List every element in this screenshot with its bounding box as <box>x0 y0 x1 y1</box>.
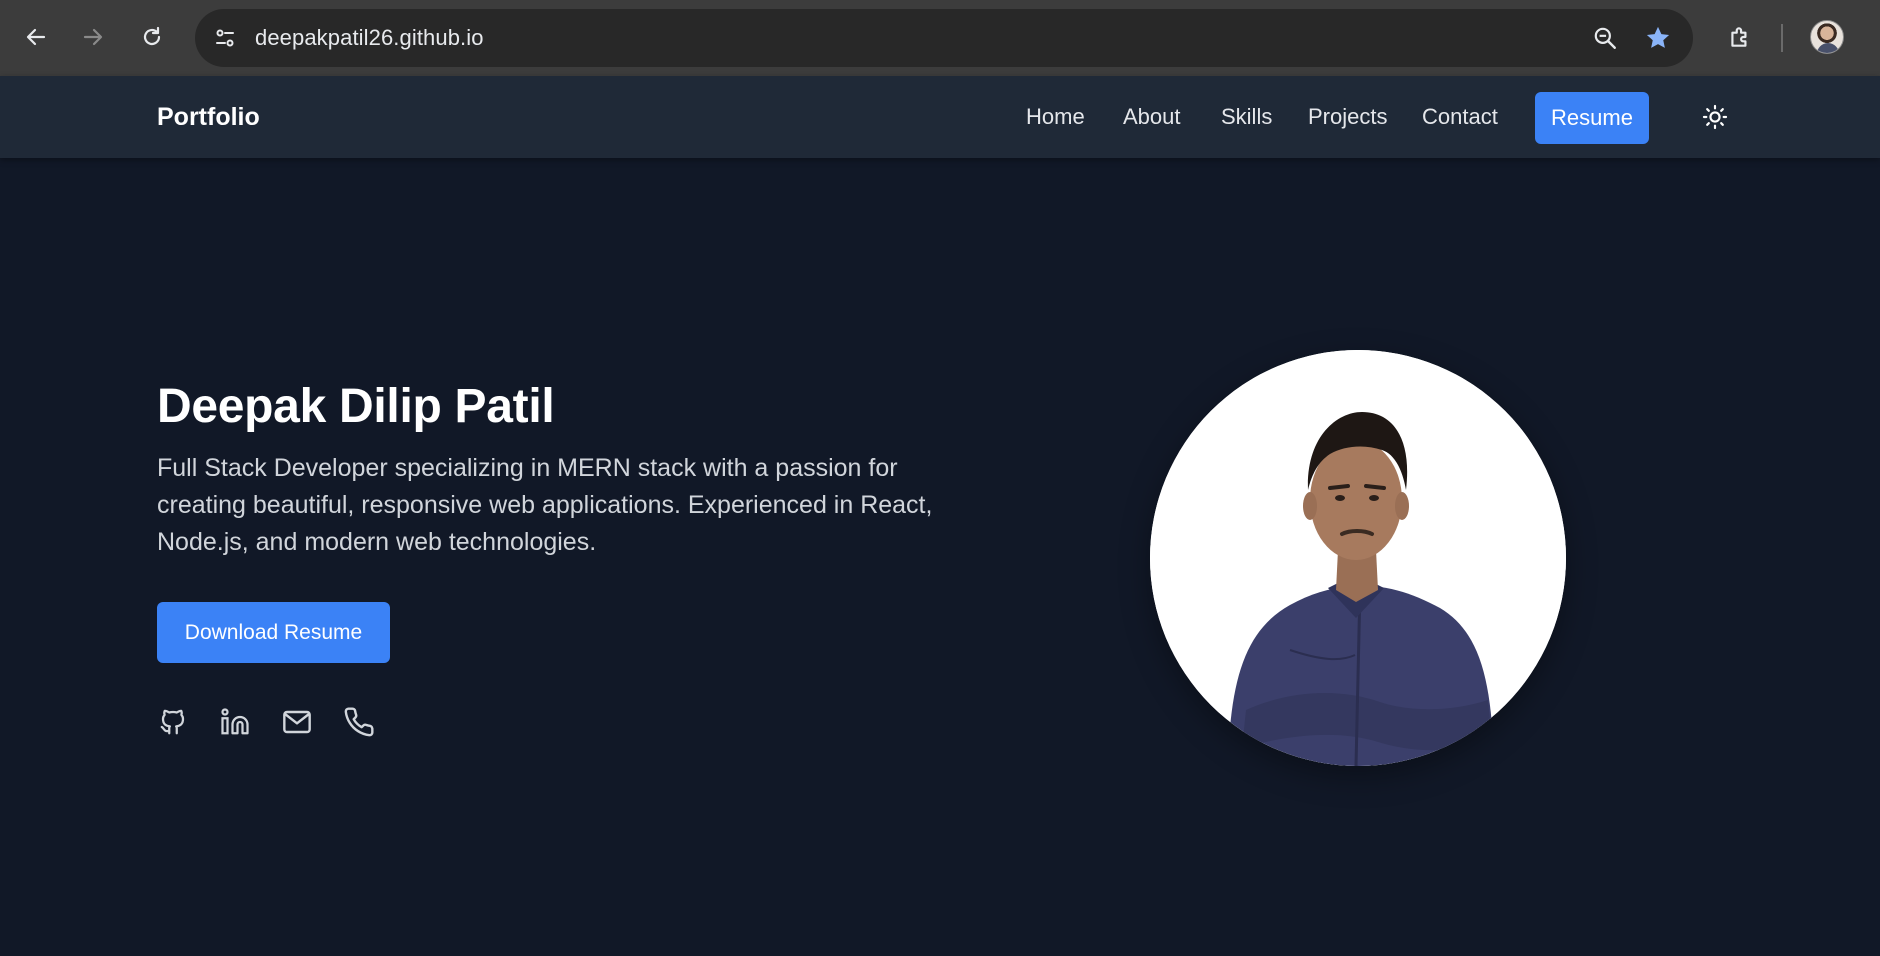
sun-icon <box>1702 104 1728 130</box>
nav-link-about[interactable]: About <box>1123 76 1181 158</box>
hero-description: Full Stack Developer specializing in MER… <box>157 454 933 556</box>
url-text[interactable]: deepakpatil26.github.io <box>255 9 484 67</box>
linkedin-icon <box>221 708 249 735</box>
download-resume-button[interactable]: Download Resume <box>157 602 390 663</box>
linkedin-link[interactable] <box>219 704 251 740</box>
back-arrow-icon <box>26 28 46 46</box>
brand-logo[interactable]: Portfolio <box>157 76 260 158</box>
back-button[interactable] <box>18 19 54 55</box>
mail-icon <box>283 710 311 734</box>
extensions-button[interactable] <box>1722 19 1758 55</box>
site-navbar: Portfolio Home About Skills Projects Con… <box>0 76 1880 158</box>
hero-name: Deepak Dilip Patil <box>157 380 555 433</box>
site-settings-icon <box>216 29 234 47</box>
github-icon <box>160 709 185 735</box>
github-link[interactable] <box>157 704 189 740</box>
site-info-button[interactable] <box>207 20 243 56</box>
browser-toolbar: deepakpatil26.github.io <box>0 0 1880 76</box>
email-link[interactable] <box>281 704 313 740</box>
nav-link-skills[interactable]: Skills <box>1221 76 1272 158</box>
forward-arrow-icon <box>83 28 103 46</box>
reload-button[interactable] <box>134 19 170 55</box>
profile-photo <box>1150 350 1566 766</box>
phone-icon <box>344 707 374 737</box>
nav-link-projects[interactable]: Projects <box>1308 76 1387 158</box>
forward-button[interactable] <box>75 19 111 55</box>
resume-button[interactable]: Resume <box>1535 92 1649 144</box>
phone-link[interactable] <box>343 704 375 740</box>
zoom-icon <box>1594 27 1616 49</box>
bookmark-star-icon <box>1646 26 1670 48</box>
theme-toggle-button[interactable] <box>1697 99 1733 135</box>
address-bar[interactable]: deepakpatil26.github.io <box>195 9 1693 67</box>
bookmark-button[interactable] <box>1640 20 1676 56</box>
nav-link-home[interactable]: Home <box>1026 76 1085 158</box>
nav-link-contact[interactable]: Contact <box>1422 76 1498 158</box>
zoom-button[interactable] <box>1587 20 1623 56</box>
reload-icon <box>143 26 161 46</box>
extensions-icon <box>1731 27 1747 47</box>
profile-avatar[interactable] <box>1810 20 1844 54</box>
toolbar-divider <box>1781 24 1783 52</box>
